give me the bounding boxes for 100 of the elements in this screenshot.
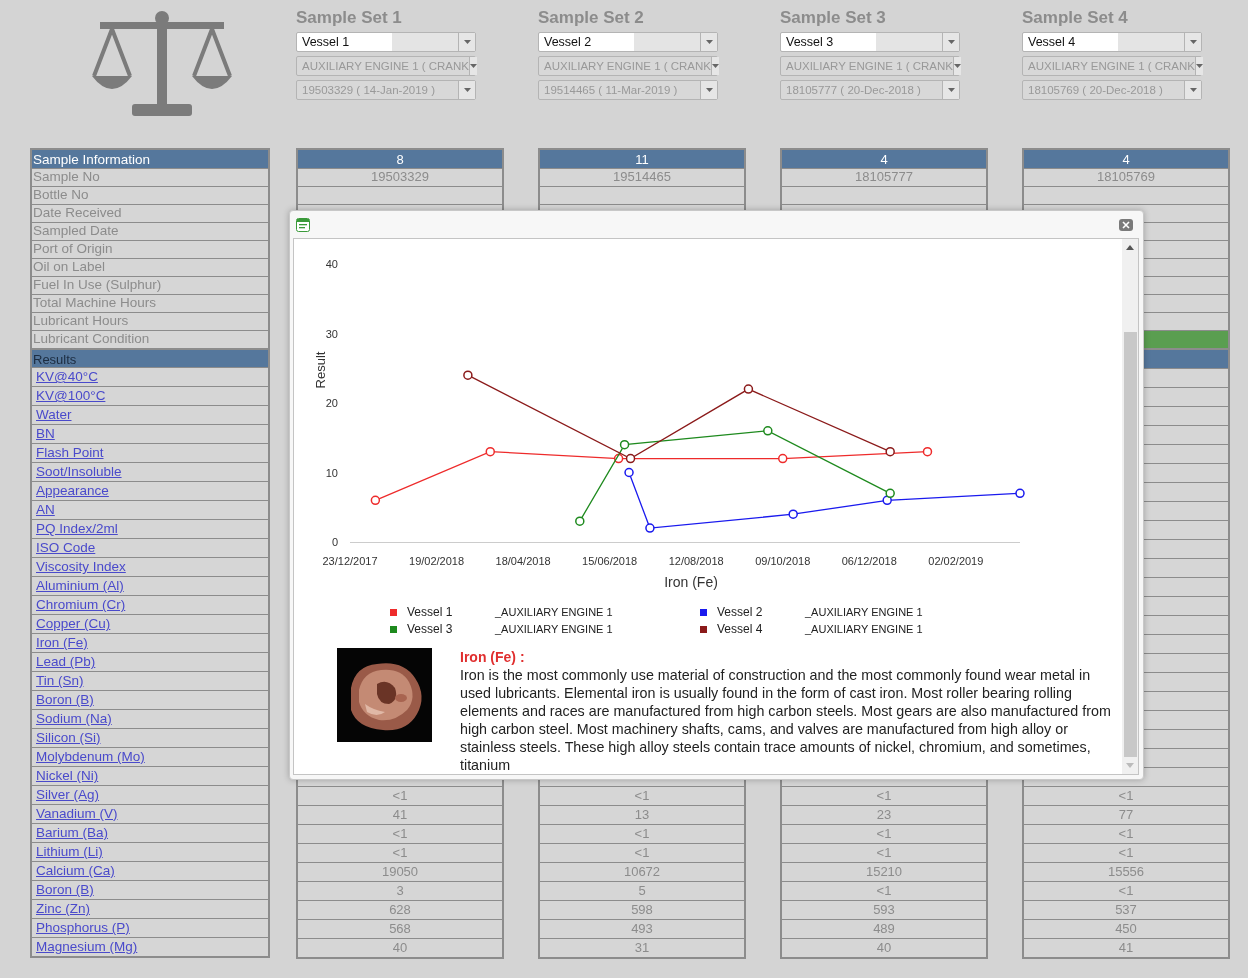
table-header: 4 bbox=[1022, 148, 1230, 168]
table-cell: 18105769 bbox=[1022, 168, 1230, 186]
legend-label: _AUXILIARY ENGINE 1 bbox=[495, 606, 613, 618]
caret-icon bbox=[947, 88, 955, 92]
tick-label: 23/12/2017 bbox=[322, 555, 378, 567]
tick-label: 18/04/2018 bbox=[495, 555, 551, 567]
axis-title: Result bbox=[313, 351, 328, 389]
result-link[interactable]: Tin (Sn) bbox=[36, 673, 84, 688]
result-link[interactable]: Water bbox=[36, 407, 72, 422]
table-cell: 628 bbox=[296, 900, 504, 919]
tick-label: 12/08/2018 bbox=[668, 555, 724, 567]
table-cell: <1 bbox=[538, 786, 746, 805]
data-point bbox=[882, 495, 892, 506]
data-point bbox=[463, 370, 473, 380]
table-cell: 593 bbox=[780, 900, 988, 919]
data-point bbox=[645, 523, 655, 533]
caret-icon bbox=[954, 64, 961, 68]
row-label: Port of Origin bbox=[30, 240, 270, 258]
result-link[interactable]: Zinc (Zn) bbox=[36, 901, 90, 916]
table-cell: 5 bbox=[538, 881, 746, 900]
data-point bbox=[1015, 488, 1025, 499]
tick-label: 15/06/2018 bbox=[582, 555, 638, 567]
table-cell: 598 bbox=[538, 900, 746, 919]
table-cell: 40 bbox=[780, 938, 988, 959]
table-cell: <1 bbox=[780, 881, 988, 900]
data-point bbox=[370, 495, 381, 506]
table-cell: <1 bbox=[296, 786, 504, 805]
dropdown[interactable]: Vessel 3 bbox=[780, 32, 960, 52]
document-icon bbox=[296, 217, 310, 232]
table-cell: 489 bbox=[780, 919, 988, 938]
element-title: Iron (Fe) : bbox=[460, 648, 526, 666]
table-cell: <1 bbox=[1022, 786, 1230, 805]
result-link[interactable]: ISO Code bbox=[36, 540, 96, 555]
set-title: Sample Set 3 bbox=[780, 7, 887, 29]
row-label: Total Machine Hours bbox=[30, 294, 270, 312]
table-cell: 10672 bbox=[538, 862, 746, 881]
table-cell: <1 bbox=[538, 843, 746, 862]
data-point bbox=[778, 453, 788, 464]
tick-label: 10 bbox=[325, 466, 338, 479]
table-header: 8 bbox=[296, 148, 504, 168]
row-label: Sample No bbox=[30, 168, 270, 186]
tick-label: 30 bbox=[325, 327, 338, 340]
result-link[interactable]: AN bbox=[36, 502, 55, 517]
dropdown[interactable]: Vessel 2 bbox=[538, 32, 718, 52]
table-cell: 13 bbox=[538, 805, 746, 824]
row-label: Bottle No bbox=[30, 186, 270, 204]
caret-icon bbox=[1196, 64, 1203, 68]
table-cell: 3 bbox=[296, 881, 504, 900]
table-cell: <1 bbox=[1022, 824, 1230, 843]
legend-label: _AUXILIARY ENGINE 1 bbox=[495, 623, 613, 635]
table-header: 4 bbox=[780, 148, 988, 168]
scroll-up-icon[interactable] bbox=[1126, 245, 1134, 250]
set-title: Sample Set 4 bbox=[1022, 7, 1129, 29]
table-cell: 19514465 bbox=[538, 168, 746, 186]
result-link[interactable]: Lead (Pb) bbox=[36, 654, 96, 669]
legend-label: Vessel 3 bbox=[407, 622, 454, 636]
set-title: Sample Set 2 bbox=[538, 7, 645, 29]
tick-label: 40 bbox=[325, 258, 338, 270]
caret-icon bbox=[712, 64, 719, 68]
data-point bbox=[743, 384, 754, 394]
table-cell: 40 bbox=[296, 938, 504, 959]
table-cell: 31 bbox=[538, 938, 746, 959]
data-point bbox=[624, 467, 634, 478]
scrollbar[interactable] bbox=[1122, 239, 1138, 774]
tick-label: 06/12/2018 bbox=[841, 555, 897, 567]
row-label: Sampled Date bbox=[30, 222, 270, 240]
result-link[interactable]: Boron (B) bbox=[36, 692, 94, 707]
caret-icon bbox=[1189, 40, 1197, 44]
table-header: Results bbox=[30, 348, 270, 367]
table-cell: 19503329 bbox=[296, 168, 504, 186]
row-label: Lubricant Condition bbox=[30, 330, 270, 348]
axis-title: Iron (Fe) bbox=[664, 574, 718, 590]
result-link[interactable]: BN bbox=[36, 426, 55, 441]
table-cell: 450 bbox=[1022, 919, 1230, 938]
legend-label: Vessel 4 bbox=[717, 622, 764, 636]
data-point bbox=[763, 426, 773, 436]
row-label: Oil on Label bbox=[30, 258, 270, 276]
close-button[interactable] bbox=[1119, 218, 1133, 231]
tick-label: 09/10/2018 bbox=[755, 555, 811, 567]
table-cell: 537 bbox=[1022, 900, 1230, 919]
tick-label: 02/02/2019 bbox=[928, 555, 984, 567]
result-link[interactable]: Iron (Fe) bbox=[36, 635, 88, 650]
table-cell: 15556 bbox=[1022, 862, 1230, 881]
data-point bbox=[922, 446, 933, 457]
row-label: Fuel In Use (Sulphur) bbox=[30, 276, 270, 294]
dropdown[interactable]: Vessel 1 bbox=[296, 32, 476, 52]
caret-icon bbox=[947, 40, 955, 44]
table-cell: 23 bbox=[780, 805, 988, 824]
table-cell: <1 bbox=[1022, 881, 1230, 900]
data-point bbox=[485, 446, 495, 457]
table-cell: 15210 bbox=[780, 862, 988, 881]
caret-icon bbox=[1189, 88, 1197, 92]
legend-label: _AUXILIARY ENGINE 1 bbox=[805, 606, 923, 618]
caret-icon bbox=[463, 40, 471, 44]
dropdown[interactable]: Vessel 4 bbox=[1022, 32, 1202, 52]
data-point bbox=[619, 439, 630, 450]
table-cell: 41 bbox=[296, 805, 504, 824]
table-cell: <1 bbox=[296, 843, 504, 862]
result-link[interactable]: Boron (B) bbox=[36, 882, 94, 897]
set-title: Sample Set 1 bbox=[296, 7, 403, 29]
